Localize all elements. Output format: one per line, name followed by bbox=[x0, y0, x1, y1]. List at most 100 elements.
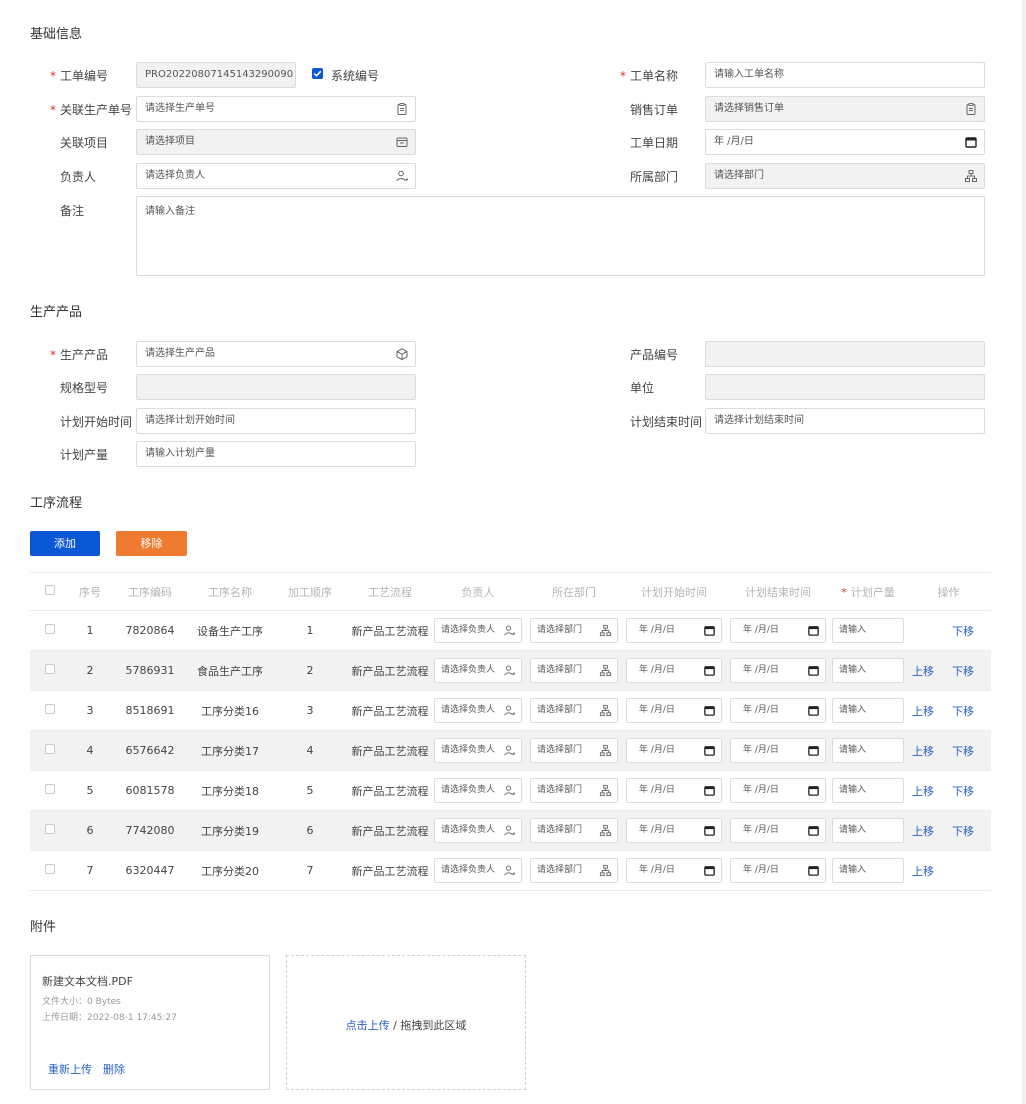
row-dept-text: 请选择部门 bbox=[537, 825, 583, 835]
col-header: 负责人 bbox=[430, 572, 526, 611]
row-dept-select[interactable]: 请选择部门 bbox=[530, 618, 618, 643]
move-down-link[interactable]: 下移 bbox=[952, 705, 974, 718]
move-down-link[interactable]: 下移 bbox=[952, 825, 974, 838]
plan-start-input[interactable]: 请选择计划开始时间 bbox=[136, 408, 416, 434]
move-up-link[interactable]: 上移 bbox=[912, 865, 934, 878]
move-up-link[interactable]: 上移 bbox=[912, 825, 934, 838]
row-owner-select[interactable]: 请选择负责人 bbox=[434, 738, 522, 763]
row-plan-qty-text: 请输入 bbox=[839, 745, 867, 755]
row-plan-end-input[interactable]: 年 /月/日 bbox=[730, 658, 826, 683]
row-checkbox[interactable] bbox=[45, 864, 55, 874]
row-plan-qty-input[interactable]: 请输入 bbox=[832, 698, 904, 723]
move-up-link[interactable]: 上移 bbox=[912, 665, 934, 678]
process-order: 1 bbox=[270, 610, 350, 651]
click-upload-link[interactable]: 点击上传 bbox=[346, 1019, 390, 1032]
row-owner-select[interactable]: 请选择负责人 bbox=[434, 618, 522, 643]
move-up-link[interactable]: 上移 bbox=[912, 745, 934, 758]
row-dept-select[interactable]: 请选择部门 bbox=[530, 658, 618, 683]
row-plan-end-input[interactable]: 年 /月/日 bbox=[730, 618, 826, 643]
related-project-select[interactable]: 请选择项目 bbox=[136, 129, 416, 155]
row-dept-select[interactable]: 请选择部门 bbox=[530, 698, 618, 723]
row-plan-start-input[interactable]: 年 /月/日 bbox=[626, 618, 722, 643]
scrollbar-track[interactable] bbox=[1022, 0, 1026, 1104]
product-code-label: 产品编号 bbox=[630, 348, 679, 362]
process-table: 序号 工序编码 工序名称 加工顺序 工艺流程 负责人 所在部门 计划开始时间 计… bbox=[30, 572, 991, 891]
row-plan-start-text: 年 /月/日 bbox=[639, 785, 675, 795]
move-up-link[interactable]: 上移 bbox=[912, 785, 934, 798]
row-plan-end-input[interactable]: 年 /月/日 bbox=[730, 778, 826, 803]
row-owner-select[interactable]: 请选择负责人 bbox=[434, 858, 522, 883]
row-plan-start-input[interactable]: 年 /月/日 bbox=[626, 698, 722, 723]
row-checkbox[interactable] bbox=[45, 744, 55, 754]
row-plan-qty-input[interactable]: 请输入 bbox=[832, 618, 904, 643]
drag-text: / 拖拽到此区域 bbox=[393, 1019, 467, 1032]
row-plan-qty-input[interactable]: 请输入 bbox=[832, 778, 904, 803]
remove-button[interactable]: 移除 bbox=[116, 531, 187, 556]
row-plan-end-input[interactable]: 年 /月/日 bbox=[730, 738, 826, 763]
row-plan-start-input[interactable]: 年 /月/日 bbox=[626, 738, 722, 763]
row-dept-text: 请选择部门 bbox=[537, 745, 583, 755]
row-plan-end-input[interactable]: 年 /月/日 bbox=[730, 858, 826, 883]
process-order: 7 bbox=[270, 850, 350, 891]
row-checkbox[interactable] bbox=[45, 784, 55, 794]
process-order: 2 bbox=[270, 650, 350, 691]
select-all-checkbox[interactable] bbox=[45, 585, 55, 595]
row-plan-qty-text: 请输入 bbox=[839, 705, 867, 715]
sales-order-text: 请选择销售订单 bbox=[714, 103, 784, 114]
row-plan-start-input[interactable]: 年 /月/日 bbox=[626, 658, 722, 683]
sales-order-select[interactable]: 请选择销售订单 bbox=[705, 96, 985, 122]
row-owner-select[interactable]: 请选择负责人 bbox=[434, 818, 522, 843]
related-prod-order-select[interactable]: 请选择生产单号 bbox=[136, 96, 416, 122]
move-up-link[interactable]: 上移 bbox=[912, 705, 934, 718]
move-down-link[interactable]: 下移 bbox=[952, 625, 974, 638]
order-date-input[interactable]: 年 /月/日 bbox=[705, 129, 985, 155]
row-plan-qty-input[interactable]: 请输入 bbox=[832, 738, 904, 763]
row-dept-select[interactable]: 请选择部门 bbox=[530, 858, 618, 883]
row-plan-qty-input[interactable]: 请输入 bbox=[832, 658, 904, 683]
plan-start-cell: 年 /月/日 bbox=[622, 850, 726, 891]
row-dept-select[interactable]: 请选择部门 bbox=[530, 738, 618, 763]
row-owner-select[interactable]: 请选择负责人 bbox=[434, 658, 522, 683]
row-plan-start-input[interactable]: 年 /月/日 bbox=[626, 818, 722, 843]
move-down-link[interactable]: 下移 bbox=[952, 785, 974, 798]
move-down-link[interactable]: 下移 bbox=[952, 745, 974, 758]
add-button[interactable]: 添加 bbox=[30, 531, 100, 556]
row-owner-text: 请选择负责人 bbox=[441, 785, 496, 795]
row-plan-end-input[interactable]: 年 /月/日 bbox=[730, 818, 826, 843]
row-plan-end-text: 年 /月/日 bbox=[743, 745, 779, 755]
row-checkbox[interactable] bbox=[45, 824, 55, 834]
remark-textarea[interactable]: 请输入备注 bbox=[136, 196, 985, 276]
row-plan-qty-text: 请输入 bbox=[839, 865, 867, 875]
row-plan-qty-input[interactable]: 请输入 bbox=[832, 818, 904, 843]
system-code-checkbox[interactable] bbox=[312, 68, 323, 79]
row-dept-select[interactable]: 请选择部门 bbox=[530, 818, 618, 843]
order-no-field[interactable]: PRO20220807145143290090 bbox=[136, 62, 296, 88]
product-select[interactable]: 请选择生产产品 bbox=[136, 341, 416, 367]
plan-end-input[interactable]: 请选择计划结束时间 bbox=[705, 408, 985, 434]
row-plan-qty-input[interactable]: 请输入 bbox=[832, 858, 904, 883]
user-add-icon bbox=[396, 170, 408, 182]
section-title-process: 工序流程 bbox=[30, 496, 83, 511]
row-no: 6 bbox=[70, 810, 110, 851]
product-text: 请选择生产产品 bbox=[145, 348, 215, 359]
row-plan-start-input[interactable]: 年 /月/日 bbox=[626, 858, 722, 883]
row-select-cell bbox=[30, 730, 70, 771]
department-select[interactable]: 请选择部门 bbox=[705, 163, 985, 189]
move-down-link[interactable]: 下移 bbox=[952, 665, 974, 678]
order-name-input[interactable]: 请输入工单名称 bbox=[705, 62, 985, 88]
upload-dropzone[interactable]: 点击上传 / 拖拽到此区域 bbox=[286, 955, 526, 1090]
reupload-link[interactable]: 重新上传 bbox=[48, 1061, 92, 1077]
row-checkbox[interactable] bbox=[45, 624, 55, 634]
process-order: 4 bbox=[270, 730, 350, 771]
delete-link[interactable]: 删除 bbox=[103, 1061, 125, 1077]
row-checkbox[interactable] bbox=[45, 664, 55, 674]
row-plan-start-input[interactable]: 年 /月/日 bbox=[626, 778, 722, 803]
row-checkbox[interactable] bbox=[45, 704, 55, 714]
row-plan-end-input[interactable]: 年 /月/日 bbox=[730, 698, 826, 723]
related-prod-order-text: 请选择生产单号 bbox=[145, 103, 215, 114]
row-dept-select[interactable]: 请选择部门 bbox=[530, 778, 618, 803]
plan-qty-input[interactable]: 请输入计划产量 bbox=[136, 441, 416, 467]
row-owner-select[interactable]: 请选择负责人 bbox=[434, 698, 522, 723]
owner-select[interactable]: 请选择负责人 bbox=[136, 163, 416, 189]
row-owner-select[interactable]: 请选择负责人 bbox=[434, 778, 522, 803]
